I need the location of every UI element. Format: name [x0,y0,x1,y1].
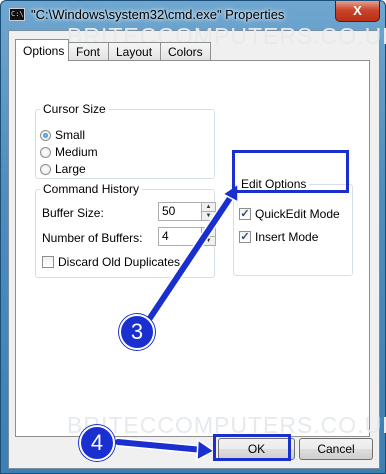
step-3-badge: 3 [119,314,155,350]
arrow-4-shaft [115,439,206,453]
arrow-4-head [196,438,216,462]
tab-options[interactable]: Options [15,39,69,61]
annotation-arrows [113,182,239,462]
step-4-badge: 4 [79,425,115,461]
arrow-3-shaft [147,192,235,321]
ok-highlight-box [213,434,291,461]
quickedit-highlight-box [232,150,349,193]
